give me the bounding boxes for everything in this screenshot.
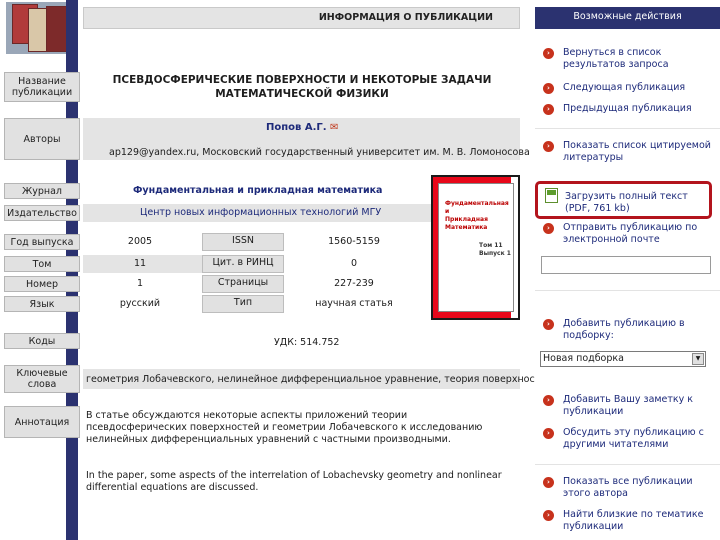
cover-volume: Том 11	[479, 242, 503, 249]
action-next-publication[interactable]: › Следующая публикация	[543, 82, 715, 94]
type-value: научная статья	[315, 298, 393, 309]
email-icon[interactable]: ✉	[330, 122, 338, 133]
page-title: ИНФОРМАЦИЯ О ПУБЛИКАЦИИ	[83, 7, 520, 29]
arrow-icon: ›	[543, 395, 554, 406]
action-show-references[interactable]: › Показать список цитируемой литературы	[543, 140, 715, 164]
label-language: Язык	[4, 296, 80, 312]
author-affiliation: ap129@yandex.ru, Московский государствен…	[109, 147, 530, 158]
arrow-icon: ›	[543, 428, 554, 439]
language-value: русский	[119, 298, 161, 309]
abstract-english: In the paper, some aspects of the interr…	[86, 470, 502, 493]
arrow-icon: ›	[543, 319, 554, 330]
actions-title: Возможные действия	[535, 7, 720, 29]
publisher-value: Центр новых информационных технологий МГ…	[140, 207, 382, 218]
action-similar-publications[interactable]: › Найти близкие по тематике публикации	[543, 509, 715, 533]
arrow-icon: ›	[543, 104, 554, 115]
action-email-publication[interactable]: › Отправить публикацию по электронной поч…	[543, 222, 715, 246]
divider	[535, 128, 720, 129]
number-value: 1	[136, 278, 144, 289]
publication-title: ПСЕВДОСФЕРИЧЕСКИЕ ПОВЕРХНОСТИ И НЕКОТОРЫ…	[112, 74, 492, 100]
action-add-note[interactable]: › Добавить Вашу заметку к публикации	[543, 394, 715, 418]
year-value: 2005	[127, 236, 153, 247]
cover-issue: Выпуск 1	[479, 250, 511, 257]
issn-value: 1560-5159	[328, 236, 380, 247]
citations-value: 0	[350, 258, 358, 269]
cover-line2: и	[445, 208, 450, 215]
email-input[interactable]	[541, 256, 711, 274]
pages-value: 227-239	[334, 278, 374, 289]
cover-line4: Математика	[445, 224, 488, 231]
cover-page: Фундаментальная и Прикладная Математика …	[438, 183, 514, 312]
arrow-icon: ›	[543, 83, 554, 94]
pdf-icon	[545, 188, 558, 203]
arrow-icon: ›	[543, 510, 554, 521]
label-abstract: Аннотация	[4, 406, 80, 438]
action-author-publications[interactable]: › Показать все публикации этого автора	[543, 476, 715, 500]
type-label: Тип	[202, 295, 284, 313]
citations-label: Цит. в РИНЦ	[202, 255, 284, 273]
action-discuss[interactable]: › Обсудить эту публикацию с другими читат…	[543, 427, 715, 451]
label-year: Год выпуска	[4, 234, 80, 250]
label-codes: Коды	[4, 333, 80, 349]
action-back-to-results[interactable]: › Вернуться в список результатов запроса	[543, 47, 715, 71]
arrow-icon: ›	[543, 477, 554, 488]
chevron-down-icon[interactable]: ▼	[692, 353, 704, 365]
divider	[535, 464, 720, 465]
arrow-icon: ›	[543, 141, 554, 152]
keywords-value: геометрия Лобачевского, нелинейное диффе…	[86, 374, 553, 385]
action-add-to-collection[interactable]: › Добавить публикацию в подборку:	[543, 318, 715, 342]
label-authors: Авторы	[4, 118, 80, 160]
abstract-russian: В статье обсуждаются некоторые аспекты п…	[86, 410, 483, 445]
label-publisher: Издательство	[4, 205, 80, 221]
udc-value: УДК: 514.752	[274, 337, 340, 348]
cover-line1: Фундаментальная	[445, 200, 509, 207]
label-keywords: Ключевые слова	[4, 365, 80, 393]
volume-value: 11	[133, 258, 147, 269]
divider	[535, 290, 720, 291]
author-name[interactable]: Попов А.Г. ✉	[266, 122, 338, 133]
label-publication-name: Название публикации	[4, 72, 80, 102]
issn-label: ISSN	[202, 233, 284, 251]
label-volume: Том	[4, 256, 80, 272]
arrow-icon: ›	[543, 48, 554, 59]
collection-select[interactable]: Новая подборка ▼	[540, 351, 706, 367]
label-journal: Журнал	[4, 183, 80, 199]
journal-cover[interactable]: Фундаментальная и Прикладная Математика …	[431, 175, 520, 320]
action-download-pdf[interactable]: Загрузить полный текст (PDF, 761 kb)	[565, 191, 710, 215]
label-number: Номер	[4, 276, 80, 292]
journal-link[interactable]: Фундаментальная и прикладная математика	[133, 185, 382, 196]
pages-label: Страницы	[202, 275, 284, 293]
arrow-icon: ›	[543, 223, 554, 234]
cover-line3: Прикладная	[445, 216, 488, 223]
action-previous-publication[interactable]: › Предыдущая публикация	[543, 103, 715, 115]
